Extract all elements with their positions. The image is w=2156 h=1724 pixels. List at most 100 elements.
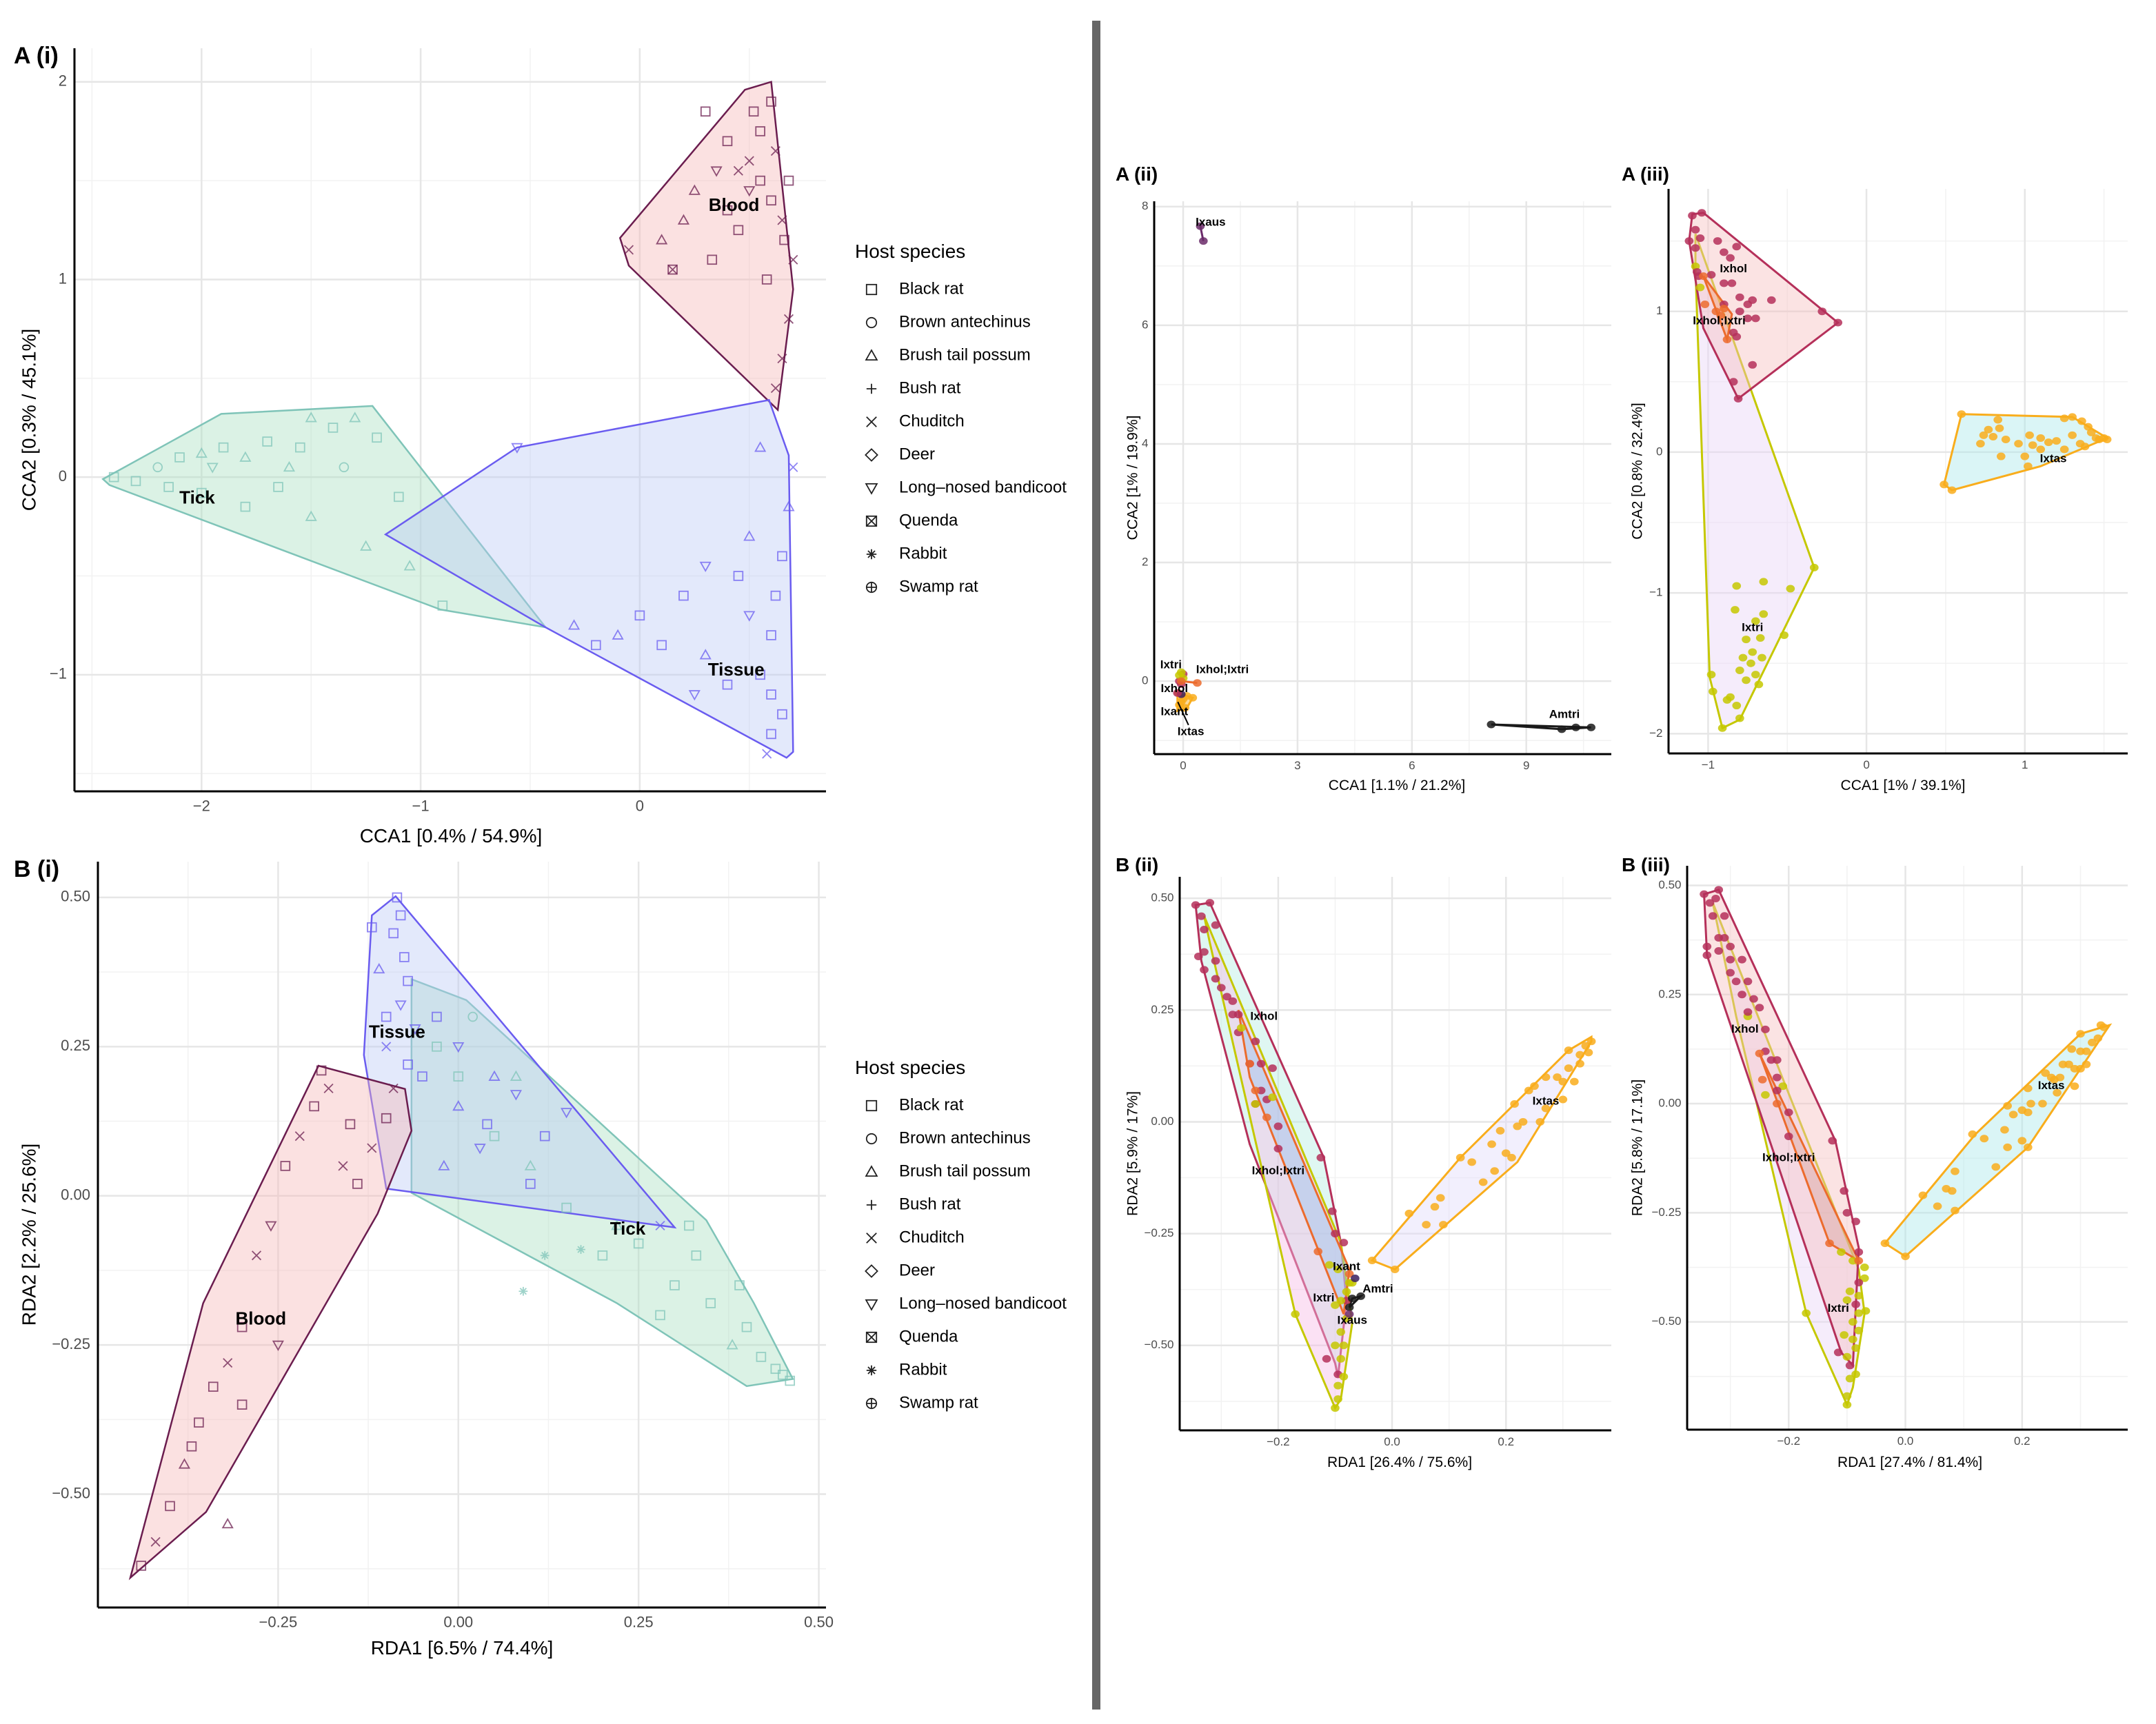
- data-point: [1571, 723, 1580, 731]
- data-point: [1732, 702, 1742, 710]
- y-axis-title: RDA2 [2.2% / 25.6%]: [18, 1144, 39, 1326]
- legend-item-label: Black rat: [899, 1095, 964, 1114]
- legend-item-label: Deer: [899, 1261, 935, 1279]
- data-point: [1742, 676, 1751, 684]
- group-label: Ixant: [1160, 704, 1188, 718]
- x-axis-title: CCA1 [1% / 39.1%]: [1841, 778, 1966, 793]
- x-tick-label: 6: [1409, 759, 1415, 772]
- data-point: [1720, 933, 1729, 942]
- data-point: [1727, 279, 1737, 287]
- data-point: [1390, 1265, 1400, 1273]
- data-point: [1817, 307, 1827, 316]
- asterisk-icon: [866, 1365, 877, 1376]
- data-point: [1722, 696, 1732, 704]
- data-point: [1333, 1395, 1342, 1403]
- data-point: [1851, 1344, 1860, 1352]
- data-point: [1976, 440, 1985, 448]
- data-point: [2080, 443, 2090, 451]
- data-point: [1854, 1326, 1864, 1335]
- circled-plus-icon: [865, 1397, 878, 1410]
- data-point: [1809, 563, 1819, 571]
- data-point: [1854, 1292, 1864, 1300]
- data-point: [1518, 1117, 1528, 1126]
- data-point: [1720, 912, 1729, 920]
- data-point: [1720, 279, 1729, 287]
- data-point: [1331, 1341, 1340, 1350]
- data-point: [1726, 955, 1735, 964]
- legend-item-label: Black rat: [899, 279, 964, 298]
- x-tick-label: 0.2: [2014, 1434, 2031, 1448]
- data-point: [1273, 1122, 1283, 1130]
- group-label: Ixtri: [1160, 658, 1182, 671]
- data-point: [1684, 237, 1694, 245]
- data-point: [2014, 440, 2023, 448]
- data-point: [1842, 1352, 1852, 1361]
- data-point: [1901, 1253, 1910, 1261]
- group-label: Tissue: [369, 1021, 425, 1042]
- data-point: [1918, 1191, 1928, 1199]
- data-point: [2023, 462, 2033, 470]
- x-tick-label: 3: [1294, 759, 1300, 772]
- x-tick-label: 0.0: [1384, 1435, 1400, 1448]
- data-point: [1564, 1046, 1573, 1055]
- y-tick-label: 0.25: [1658, 987, 1681, 1000]
- group-label: Tick: [610, 1218, 646, 1239]
- data-point: [1695, 234, 1705, 242]
- data-point: [1216, 984, 1226, 992]
- group-label: Ixtas: [1533, 1095, 1560, 1108]
- x-axis-title: RDA1 [6.5% / 74.4%]: [371, 1637, 554, 1659]
- data-point: [1979, 431, 1988, 439]
- x-tick-label: 0.50: [804, 1614, 834, 1631]
- data-point: [2067, 1045, 2077, 1053]
- x-tick-label: −1: [1702, 758, 1715, 771]
- data-point: [2077, 417, 2086, 425]
- legend-item-label: Long–nosed bandicoot: [899, 1294, 1067, 1312]
- group-label: Ixtri: [1742, 621, 1763, 634]
- x-tick-label: −0.2: [1777, 1434, 1800, 1448]
- y-tick-label: 1: [1656, 304, 1662, 317]
- data-point: [1720, 248, 1729, 256]
- x-tick-label: 0.25: [624, 1614, 654, 1631]
- x-tick-label: −0.2: [1267, 1435, 1290, 1448]
- y-tick-label: 0.00: [61, 1186, 90, 1204]
- data-point: [1737, 955, 1746, 964]
- data-point: [2008, 1111, 2018, 1119]
- data-point: [1404, 1209, 1414, 1217]
- data-point: [1702, 951, 1712, 960]
- data-point: [1731, 606, 1740, 614]
- data-point: [1328, 1207, 1337, 1215]
- x-axis-title: RDA1 [26.4% / 75.6%]: [1327, 1454, 1472, 1470]
- data-point: [518, 1286, 528, 1296]
- data-point: [1737, 991, 1746, 999]
- y-tick-label: −1: [50, 665, 67, 682]
- data-point: [1840, 1331, 1848, 1339]
- data-point: [1735, 666, 1744, 674]
- data-point: [1714, 946, 1724, 955]
- data-point: [1732, 582, 1742, 590]
- data-point: [1233, 1011, 1243, 1019]
- data-point: [1732, 332, 1742, 341]
- y-tick-label: 4: [1142, 436, 1148, 449]
- data-point: [1699, 272, 1708, 281]
- data-point: [1530, 1082, 1539, 1091]
- data-point: [1860, 1263, 1869, 1271]
- data-point: [1940, 480, 1948, 489]
- data-point: [1691, 225, 1700, 234]
- data-point: [1773, 1086, 1782, 1095]
- y-tick-label: 0.50: [61, 888, 90, 905]
- group-label: Ixtri: [1828, 1301, 1849, 1315]
- data-point: [1761, 1091, 1770, 1099]
- data-point: [1435, 1194, 1445, 1202]
- data-point: [1757, 1075, 1767, 1084]
- data-point: [1754, 680, 1764, 689]
- data-point: [540, 1250, 550, 1260]
- data-point: [1996, 452, 2006, 460]
- points-ixant: [1351, 1274, 1360, 1282]
- panel-divider: [1092, 21, 1100, 1710]
- data-point: [1575, 1051, 1584, 1059]
- group-label: Blood: [235, 1308, 286, 1329]
- data-point: [1211, 921, 1220, 929]
- x-tick-label: 0.0: [1897, 1434, 1914, 1448]
- data-point: [1467, 1158, 1476, 1166]
- data-point: [1236, 1024, 1246, 1032]
